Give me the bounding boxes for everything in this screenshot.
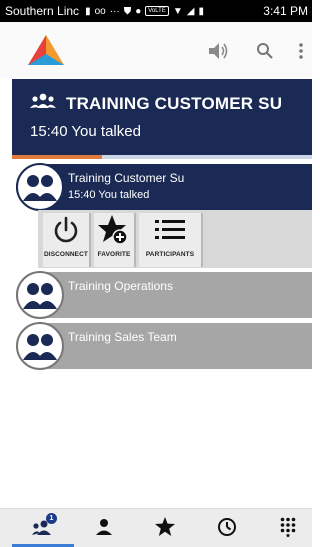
status-icons: ▮ oo ··· ⛊ ● VoLTE ▼ ◢ ▮ <box>85 6 263 17</box>
bottom-navigation: 1 <box>0 508 312 547</box>
status-bar: Southern Linc ▮ oo ··· ⛊ ● VoLTE ▼ ◢ ▮ 3… <box>0 0 312 22</box>
app-logo <box>27 34 65 71</box>
group-avatar-icon <box>16 322 64 370</box>
star-icon <box>155 517 175 541</box>
power-icon <box>51 215 81 250</box>
groups-badge: 1 <box>46 513 57 524</box>
talk-progress-bar <box>12 155 312 159</box>
app-bar <box>0 22 312 78</box>
conversation-row-training-operations[interactable]: Training Operations <box>16 271 312 319</box>
shield-icon: ⛊ <box>123 5 132 17</box>
conversation-name: Training Customer Su <box>68 171 185 185</box>
disconnect-button[interactable]: DISCONNECT <box>43 213 91 267</box>
walkie-talkie-icon: ▮ <box>85 5 91 17</box>
speaker-icon[interactable] <box>206 39 230 63</box>
favorite-button[interactable]: FAVORITE <box>94 213 136 267</box>
disconnect-label: DISCONNECT <box>44 251 88 258</box>
participants-button[interactable]: PARTICIPANTS <box>139 213 203 267</box>
conversation-name: Training Sales Team <box>68 330 177 344</box>
person-icon <box>95 518 113 541</box>
location-icon: ● <box>135 5 142 17</box>
voicemail-icon: oo <box>94 5 106 17</box>
dialpad-icon <box>280 517 296 542</box>
clock: 3:41 PM <box>263 4 308 18</box>
nav-groups[interactable]: 1 <box>30 513 58 543</box>
nav-dialpad[interactable] <box>274 515 302 543</box>
conversation-row-training-customer-su[interactable]: Training Customer Su 15:40 You talked <box>16 163 312 211</box>
clock-icon <box>217 517 237 542</box>
search-icon[interactable] <box>253 39 277 63</box>
conversation-name: Training Operations <box>68 279 173 293</box>
volte-badge: VoLTE <box>145 6 169 16</box>
conversation-header: TRAINING CUSTOMER SU 15:40 You talked <box>12 79 312 155</box>
progress-fill <box>12 155 102 159</box>
overflow-menu-icon[interactable] <box>289 39 313 63</box>
group-icon <box>30 93 56 114</box>
add-favorite-star-icon <box>97 214 131 251</box>
conversation-title: TRAINING CUSTOMER SU <box>66 93 283 113</box>
group-avatar-icon <box>16 271 64 319</box>
wifi-icon: ▼ <box>172 5 183 17</box>
more-notifications-icon: ··· <box>109 5 120 17</box>
carrier-name: Southern Linc <box>5 4 80 18</box>
nav-favorites[interactable] <box>151 515 179 543</box>
conversation-actions: DISCONNECT FAVORITE PARTICIPANTS <box>38 210 312 268</box>
signal-icon: ◢ <box>186 5 195 17</box>
conversation-subtitle: 15:40 You talked <box>30 123 141 140</box>
participants-label: PARTICIPANTS <box>145 251 195 258</box>
list-icon <box>154 218 186 247</box>
conversation-last-activity: 15:40 You talked <box>68 189 150 201</box>
battery-icon: ▮ <box>198 5 204 17</box>
conversation-row-training-sales-team[interactable]: Training Sales Team <box>16 322 312 370</box>
group-avatar-icon <box>16 163 64 211</box>
favorite-label: FAVORITE <box>97 251 131 258</box>
nav-contacts[interactable] <box>90 515 118 543</box>
nav-history[interactable] <box>213 515 241 543</box>
